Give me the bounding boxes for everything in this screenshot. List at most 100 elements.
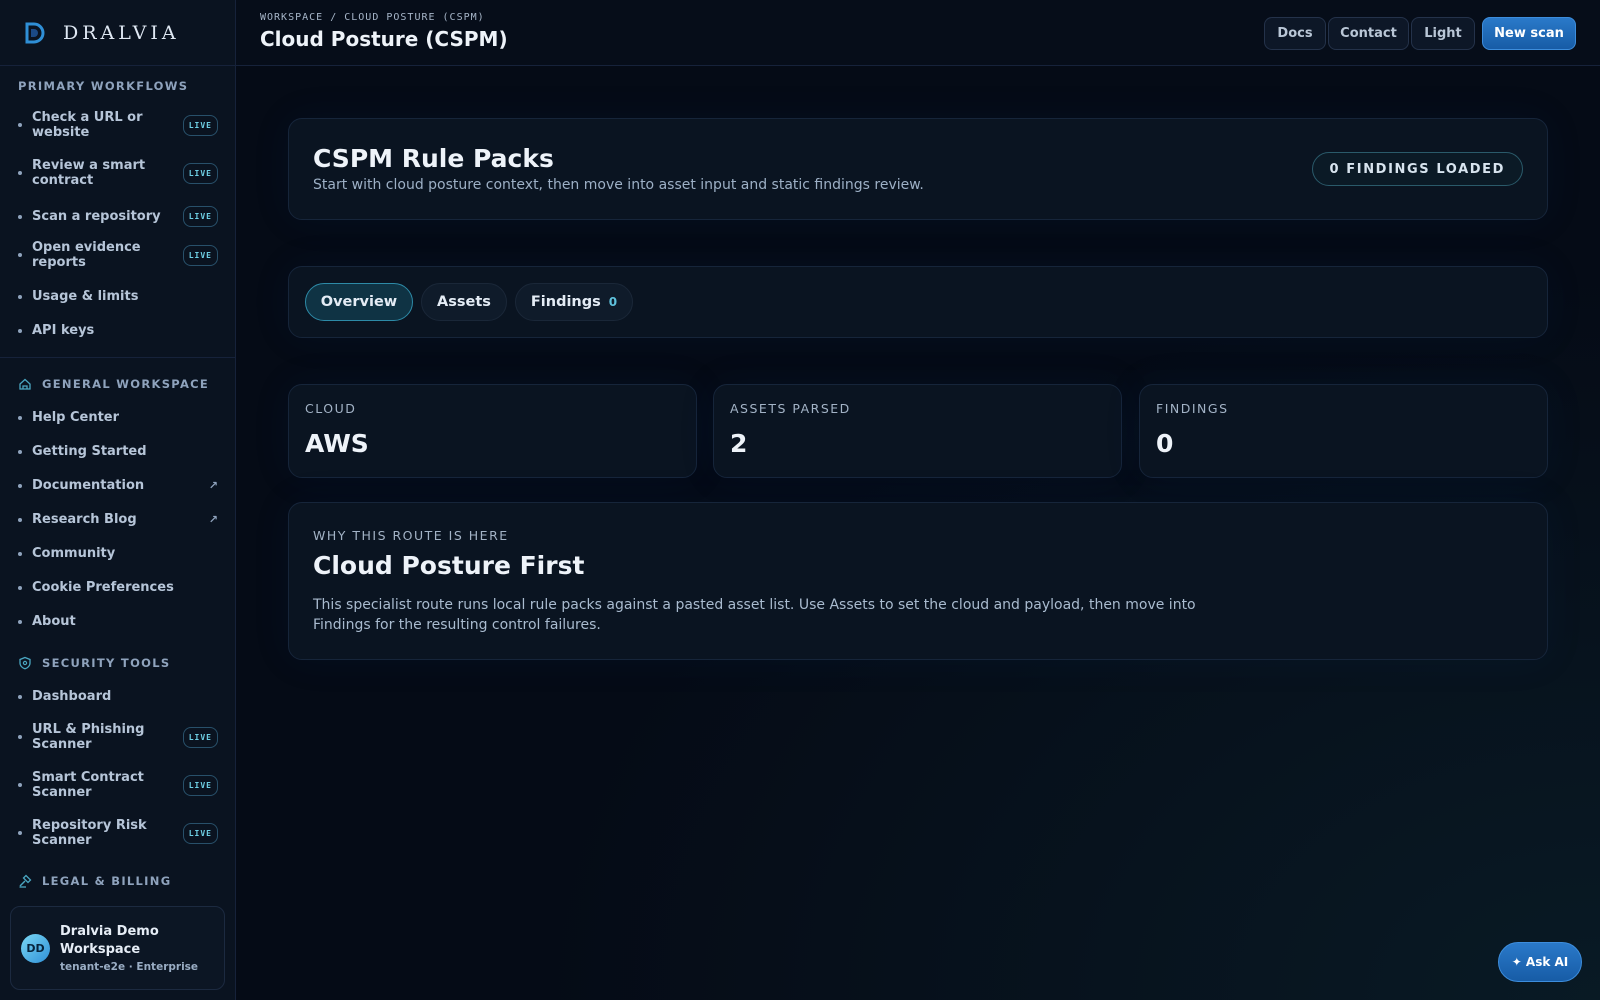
workspace-info: Dralvia Demo Workspace tenant-e2e · Ente… — [60, 923, 224, 973]
external-link-icon: ↗ — [208, 479, 218, 492]
tab-findings[interactable]: Findings 0 — [515, 283, 633, 321]
stat-value: 0 — [1156, 429, 1174, 458]
live-badge: LIVE — [182, 162, 218, 184]
contact-button[interactable]: Contact — [1328, 17, 1409, 50]
sidebar-item-community[interactable]: Community — [18, 546, 218, 561]
section-legal-billing[interactable]: LEGAL & BILLING — [0, 874, 171, 888]
tab-overview[interactable]: Overview — [305, 283, 413, 321]
bullet-icon — [18, 517, 22, 522]
brand[interactable]: DRALVIA — [0, 0, 235, 66]
brand-name: DRALVIA — [63, 21, 180, 44]
stat-label: CLOUD — [305, 401, 357, 416]
stat-card-cloud: CLOUD AWS — [288, 384, 697, 478]
bullet-icon — [18, 483, 22, 488]
why-title: Cloud Posture First — [313, 551, 585, 580]
tab-label: Overview — [320, 294, 398, 310]
sidebar-item-cookie-preferences[interactable]: Cookie Preferences — [18, 580, 218, 595]
gavel-icon — [19, 874, 32, 888]
sidebar-item-scan-repository[interactable]: Scan a repository LIVE — [18, 206, 218, 227]
sidebar-divider — [0, 357, 236, 358]
sidebar-item-label: Research Blog — [32, 512, 137, 527]
workspace-tenant: tenant-e2e · Enterprise — [60, 961, 199, 973]
new-scan-button[interactable]: New scan — [1482, 17, 1576, 50]
workspace-name: Dralvia Demo Workspace — [60, 924, 159, 957]
hero-title: CSPM Rule Packs — [313, 144, 554, 173]
live-badge: LIVE — [182, 244, 218, 266]
sidebar-item-label: Repository Risk Scanner — [32, 818, 147, 848]
tab-label: Findings — [530, 294, 601, 310]
sidebar-item-label: Check a URL or website — [32, 110, 143, 140]
bullet-icon — [18, 123, 22, 127]
breadcrumb[interactable]: WORKSPACE / CLOUD POSTURE (CSPM) — [260, 12, 485, 23]
tab-label: Assets — [437, 294, 491, 310]
sidebar: DRALVIA PRIMARY WORKFLOWS Check a URL or… — [0, 0, 236, 1000]
sidebar-item-label: Open evidence reports — [32, 240, 141, 270]
bullet-icon — [18, 253, 22, 257]
live-badge: LIVE — [182, 206, 218, 227]
live-badge: LIVE — [182, 114, 218, 136]
theme-toggle-button[interactable]: Light — [1411, 17, 1475, 50]
sidebar-item-research-blog[interactable]: Research Blog ↗ — [18, 512, 218, 527]
bullet-icon — [18, 619, 22, 624]
sidebar-item-evidence-reports[interactable]: Open evidence reports LIVE — [18, 240, 218, 270]
section-title: LEGAL & BILLING — [42, 874, 172, 888]
bullet-icon — [18, 831, 22, 835]
bullet-icon — [18, 171, 22, 175]
why-body: This specialist route runs local rule pa… — [313, 597, 1196, 633]
top-bar: WORKSPACE / CLOUD POSTURE (CSPM) Cloud P… — [236, 0, 1600, 66]
bullet-icon — [18, 783, 22, 787]
sidebar-item-label: Smart Contract Scanner — [32, 770, 144, 800]
bullet-icon — [18, 415, 22, 420]
sidebar-item-help-center[interactable]: Help Center — [18, 410, 218, 425]
sidebar-item-label: Dashboard — [32, 689, 112, 704]
home-icon — [19, 378, 31, 390]
bullet-icon — [18, 328, 22, 333]
ask-ai-button[interactable]: ✦ Ask AI — [1498, 942, 1582, 982]
sidebar-item-label: API keys — [32, 323, 95, 338]
bullet-icon — [18, 585, 22, 590]
stat-label: FINDINGS — [1156, 401, 1229, 416]
tab-assets[interactable]: Assets — [421, 283, 507, 321]
live-badge: LIVE — [182, 774, 218, 796]
sidebar-item-about[interactable]: About — [18, 614, 218, 629]
section-title: SECURITY TOOLS — [42, 656, 171, 670]
section-security-tools[interactable]: SECURITY TOOLS — [0, 656, 170, 670]
sidebar-item-smart-contract-scanner[interactable]: Smart Contract Scanner LIVE — [18, 770, 218, 800]
sidebar-item-label: URL & Phishing Scanner — [32, 722, 145, 752]
sidebar-item-label: About — [32, 614, 76, 629]
sidebar-item-usage-limits[interactable]: Usage & limits — [18, 289, 218, 304]
avatar: DD — [21, 933, 50, 963]
sidebar-item-review-contract[interactable]: Review a smart contract LIVE — [18, 158, 218, 188]
sidebar-item-label: Usage & limits — [32, 289, 139, 304]
section-title: GENERAL WORKSPACE — [42, 377, 210, 391]
sidebar-item-label: Cookie Preferences — [32, 580, 174, 595]
sidebar-item-check-url[interactable]: Check a URL or website LIVE — [18, 110, 218, 140]
bullet-icon — [18, 449, 22, 454]
section-general-workspace[interactable]: GENERAL WORKSPACE — [0, 377, 209, 391]
sidebar-item-getting-started[interactable]: Getting Started — [18, 444, 218, 459]
sidebar-item-label: Help Center — [32, 410, 120, 425]
dralvia-logo-icon — [25, 22, 45, 43]
stat-label: ASSETS PARSED — [730, 401, 851, 416]
tab-count: 0 — [608, 295, 618, 309]
sidebar-item-label: Scan a repository — [32, 209, 161, 224]
bullet-icon — [18, 694, 22, 699]
sidebar-item-documentation[interactable]: Documentation ↗ — [18, 478, 218, 493]
page-title: Cloud Posture (CSPM) — [260, 27, 508, 51]
bullet-icon — [18, 214, 22, 219]
bullet-icon — [18, 294, 22, 299]
sidebar-item-dashboard[interactable]: Dashboard — [18, 689, 218, 704]
bullet-icon — [18, 551, 22, 556]
sidebar-item-repository-risk-scanner[interactable]: Repository Risk Scanner LIVE — [18, 818, 218, 848]
sidebar-item-url-phishing-scanner[interactable]: URL & Phishing Scanner LIVE — [18, 722, 218, 752]
hero-subtitle: Start with cloud posture context, then m… — [313, 177, 924, 193]
workspace-switcher[interactable]: DD Dralvia Demo Workspace tenant-e2e · E… — [10, 906, 225, 990]
stat-card-assets-parsed: ASSETS PARSED 2 — [713, 384, 1122, 478]
sidebar-item-label: Community — [32, 546, 116, 561]
shield-icon — [19, 656, 31, 670]
bullet-icon — [18, 735, 22, 739]
section-title: PRIMARY WORKFLOWS — [18, 79, 189, 93]
sidebar-item-label: Documentation — [32, 478, 145, 493]
docs-button[interactable]: Docs — [1264, 17, 1326, 50]
sidebar-item-api-keys[interactable]: API keys — [18, 323, 218, 338]
